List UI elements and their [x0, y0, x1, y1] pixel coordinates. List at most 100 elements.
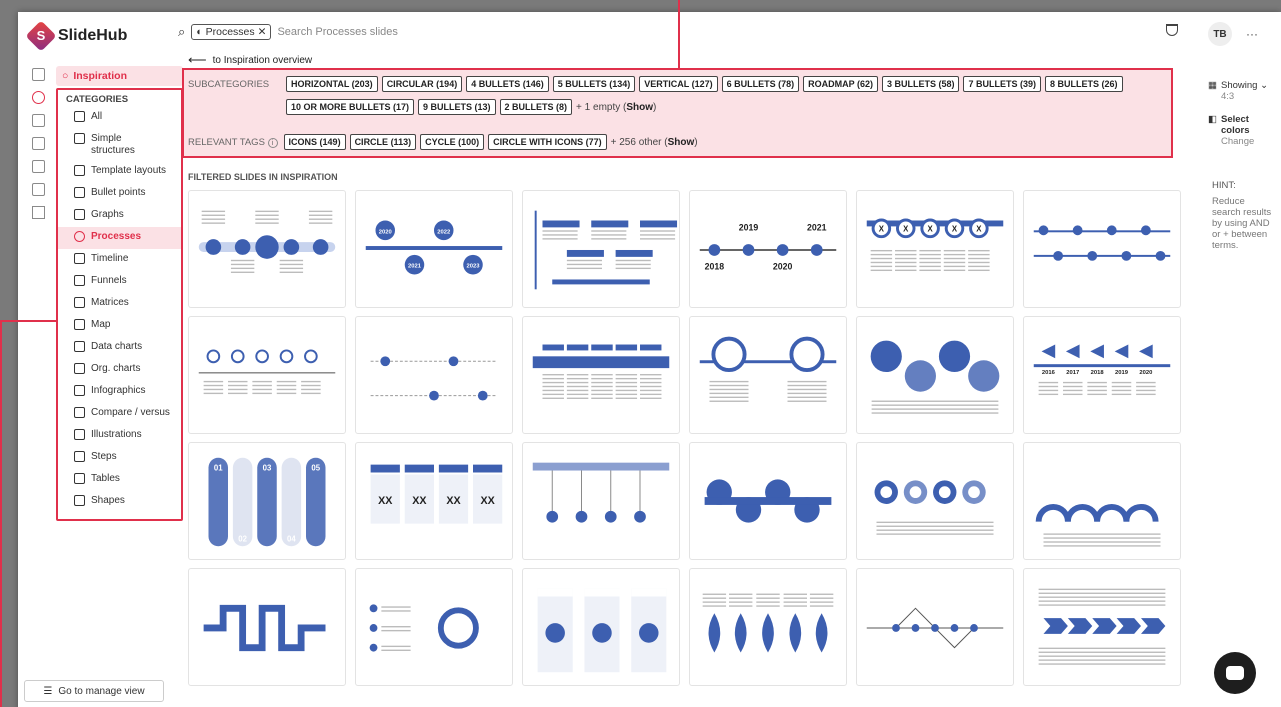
- category-label: Funnels: [91, 275, 127, 286]
- shapes-icon: [74, 495, 85, 506]
- svg-text:03: 03: [263, 463, 272, 472]
- svg-text:XX: XX: [480, 495, 495, 507]
- category-label: Org. charts: [91, 363, 141, 374]
- icon-rail: [28, 68, 48, 223]
- filter-tag[interactable]: CYCLE (100): [420, 134, 485, 150]
- subcategories-label: SUBCATEGORIES: [188, 78, 270, 90]
- category-simple-structures[interactable]: Simple structures: [58, 129, 181, 161]
- category-label: Simple structures: [91, 133, 135, 156]
- slide-thumbnail[interactable]: [188, 316, 346, 434]
- search-icon: ⌕: [178, 24, 186, 39]
- filter-icon[interactable]: [1166, 24, 1178, 36]
- slidehub-logo[interactable]: S SlideHub: [25, 20, 127, 52]
- filter-tag[interactable]: ROADMAP (62): [803, 76, 878, 92]
- category-matrices[interactable]: Matrices: [58, 293, 181, 315]
- slide-thumbnail[interactable]: [856, 568, 1014, 686]
- category-label: Bullet points: [91, 187, 146, 198]
- slide-preview: [198, 349, 336, 395]
- slide-thumbnail[interactable]: [689, 316, 847, 434]
- category-steps[interactable]: Steps: [58, 447, 181, 469]
- category-label: Graphs: [91, 209, 124, 220]
- filter-tag[interactable]: 4 BULLETS (146): [466, 76, 549, 92]
- slide-thumbnail[interactable]: XX XX XX XX: [355, 442, 513, 560]
- filter-tag[interactable]: 2 BULLETS (8): [499, 99, 573, 115]
- category-shapes[interactable]: Shapes: [58, 491, 181, 513]
- slide-thumbnail[interactable]: [522, 316, 680, 434]
- select-colors[interactable]: ◧ Select colors Change: [1208, 114, 1254, 147]
- slide-thumbnail[interactable]: [522, 568, 680, 686]
- lightbulb-icon[interactable]: [31, 91, 45, 104]
- slide-thumbnail[interactable]: [1023, 568, 1181, 686]
- filter-tag[interactable]: 7 BULLETS (39): [963, 76, 1041, 92]
- nav-inspiration[interactable]: ○ Inspiration: [56, 66, 183, 86]
- close-icon[interactable]: ✕: [258, 26, 267, 38]
- category-compare-versus[interactable]: Compare / versus: [58, 403, 181, 425]
- slide-thumbnail[interactable]: [188, 568, 346, 686]
- more-menu-icon[interactable]: ···: [1246, 27, 1258, 41]
- category-bullet-points[interactable]: Bullet points: [58, 183, 181, 205]
- slide-thumbnail[interactable]: 01 03 05 02 04: [188, 442, 346, 560]
- image-icon[interactable]: [31, 137, 45, 150]
- slide-thumbnail[interactable]: [856, 316, 1014, 434]
- change-colors-link[interactable]: Change: [1221, 136, 1254, 147]
- filter-tag[interactable]: CIRCULAR (194): [381, 76, 463, 92]
- filter-tag[interactable]: 6 BULLETS (78): [721, 76, 800, 92]
- show-empty-link[interactable]: Show: [626, 102, 653, 113]
- showing-dropdown[interactable]: ▦ Showing ⌄ 4:3: [1208, 80, 1268, 102]
- slide-preview: [370, 356, 498, 401]
- slide-thumbnail[interactable]: [856, 442, 1014, 560]
- slide-thumbnail[interactable]: 2020 2021 2022 2023: [355, 190, 513, 308]
- slide-thumbnail[interactable]: [1023, 442, 1181, 560]
- slide-thumbnail[interactable]: [522, 442, 680, 560]
- filter-tag[interactable]: 9 BULLETS (13): [418, 99, 496, 115]
- flag-icon[interactable]: [31, 114, 45, 127]
- search-chip[interactable]: ◐ Processes ✕: [191, 24, 272, 40]
- filter-tag[interactable]: VERTICAL (127): [639, 76, 718, 92]
- avatar[interactable]: TB: [1208, 22, 1232, 46]
- info-icon[interactable]: i: [267, 137, 278, 148]
- show-other-link[interactable]: Show: [668, 137, 695, 148]
- category-org-charts[interactable]: Org. charts: [58, 359, 181, 381]
- folder-add-icon[interactable]: [31, 183, 45, 196]
- category-funnels[interactable]: Funnels: [58, 271, 181, 293]
- filter-tag[interactable]: ICONS (149): [283, 134, 346, 150]
- filter-tag[interactable]: 8 BULLETS (26): [1044, 76, 1123, 92]
- slide-thumbnail[interactable]: 2018 2019 2020 2021: [689, 190, 847, 308]
- category-illustrations[interactable]: Illustrations: [58, 425, 181, 447]
- category-infographics[interactable]: Infographics: [58, 381, 181, 403]
- filter-tag[interactable]: 5 BULLETS (134): [552, 76, 636, 92]
- document-icon[interactable]: [31, 160, 45, 173]
- filter-tag[interactable]: CIRCLE (113): [349, 134, 417, 150]
- warning-icon[interactable]: [31, 206, 45, 219]
- slide-thumbnail[interactable]: [188, 190, 346, 308]
- filter-tag[interactable]: CIRCLE WITH ICONS (77): [488, 134, 607, 150]
- slide-thumbnail[interactable]: [522, 190, 680, 308]
- filter-tag[interactable]: HORIZONTAL (203): [286, 76, 378, 92]
- slide-thumbnail[interactable]: [689, 442, 847, 560]
- slide-thumbnail[interactable]: [355, 568, 513, 686]
- back-to-inspiration-link[interactable]: ⟵ to Inspiration overview: [188, 52, 312, 68]
- search-input[interactable]: Search Processes slides: [277, 26, 397, 38]
- category-label: Template layouts: [91, 165, 167, 176]
- category-tables[interactable]: Tables: [58, 469, 181, 491]
- category-map[interactable]: Map: [58, 315, 181, 337]
- manage-view-button[interactable]: ☰ Go to manage view: [24, 680, 164, 702]
- layers-icon[interactable]: [31, 68, 45, 81]
- category-timeline[interactable]: Timeline: [58, 249, 181, 271]
- svg-text:2022: 2022: [437, 229, 451, 235]
- category-processes[interactable]: Processes: [58, 227, 181, 249]
- subcategory-tags: HORIZONTAL (203) CIRCULAR (194) 4 BULLETS …: [286, 76, 1123, 92]
- chat-button[interactable]: [1214, 652, 1256, 694]
- slide-thumbnail[interactable]: XXXXX: [856, 190, 1014, 308]
- filter-tag[interactable]: 10 OR MORE BULLETS (17): [286, 99, 415, 115]
- category-all[interactable]: All: [58, 107, 181, 129]
- slide-thumbnail[interactable]: [1023, 190, 1181, 308]
- category-data-charts[interactable]: Data charts: [58, 337, 181, 359]
- slide-thumbnail[interactable]: [355, 316, 513, 434]
- slide-thumbnail[interactable]: [689, 568, 847, 686]
- slide-preview: 2018 2019 2020 2021: [699, 222, 837, 272]
- category-template-layouts[interactable]: Template layouts: [58, 161, 181, 183]
- slide-thumbnail[interactable]: 2016 2017 2018 2019 2020: [1023, 316, 1181, 434]
- category-graphs[interactable]: Graphs: [58, 205, 181, 227]
- filter-tag[interactable]: 3 BULLETS (58): [881, 76, 960, 92]
